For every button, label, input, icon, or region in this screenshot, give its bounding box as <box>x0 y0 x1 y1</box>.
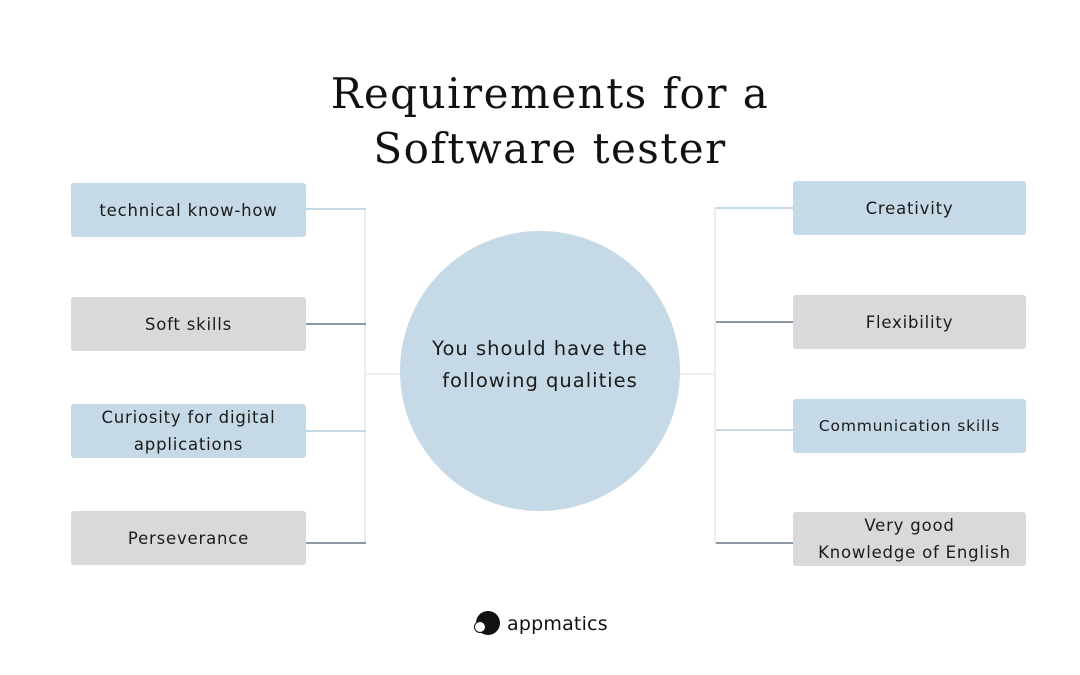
connector-right-2 <box>716 321 794 323</box>
quality-label: Communication skills <box>818 416 1001 435</box>
appmatics-logo-icon <box>474 611 501 636</box>
quality-label: technical know-how <box>99 200 278 220</box>
right-vertical-connector <box>714 207 716 544</box>
diagram-title: Requirements for a Software tester <box>0 66 1080 176</box>
quality-flexibility: Flexibility <box>793 295 1026 349</box>
quality-label: Soft skills <box>144 314 233 334</box>
center-circle: You should have the following qualities <box>400 231 680 511</box>
center-text-line-2: following qualities <box>442 369 638 392</box>
connector-left-3 <box>306 430 366 432</box>
quality-label: Flexibility <box>865 312 954 332</box>
quality-soft-skills: Soft skills <box>71 297 306 351</box>
title-line-1: Requirements for a <box>330 69 770 118</box>
center-text-line-1: You should have the <box>432 337 648 360</box>
quality-communication-skills: Communication skills <box>793 399 1026 453</box>
quality-label-line2: applications <box>133 435 244 454</box>
quality-perseverance: Perseverance <box>71 511 306 565</box>
connector-left-2 <box>306 323 366 325</box>
logo-text: appmatics <box>507 612 608 635</box>
connector-right-3 <box>716 429 794 431</box>
quality-label: Creativity <box>865 198 954 218</box>
quality-label: Very good <box>864 516 955 535</box>
quality-creativity: Creativity <box>793 181 1026 235</box>
quality-english-knowledge: Very good Knowledge of English <box>793 512 1026 566</box>
quality-label: Perseverance <box>127 528 250 548</box>
left-vertical-connector <box>364 208 366 544</box>
quality-technical-know-how: technical know-how <box>71 183 306 237</box>
appmatics-logo: appmatics <box>474 611 608 636</box>
quality-curiosity: Curiosity for digital applications <box>71 404 306 458</box>
connector-right-4 <box>716 542 794 544</box>
connector-right-center <box>676 373 716 375</box>
quality-label: Curiosity for digital <box>101 408 276 427</box>
connector-left-1 <box>306 208 366 210</box>
connector-right-1 <box>716 207 794 209</box>
connector-left-4 <box>306 542 366 544</box>
quality-label-line2: Knowledge of English <box>818 543 1011 562</box>
title-line-2: Software tester <box>373 124 727 173</box>
